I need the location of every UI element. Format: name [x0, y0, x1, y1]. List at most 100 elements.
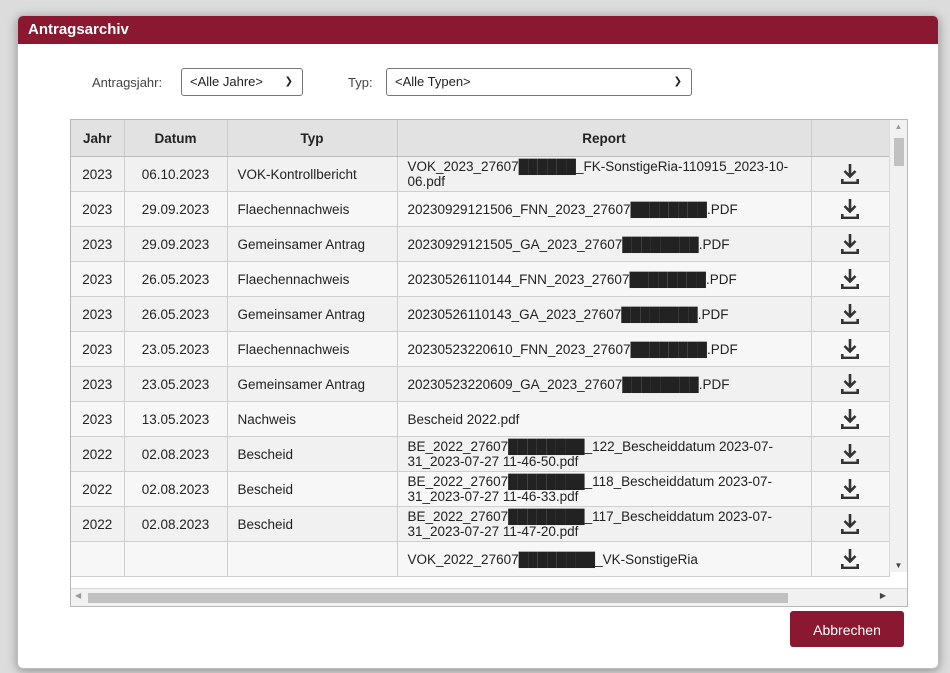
cell-action — [811, 296, 890, 332]
cell-datum: 02.08.2023 — [124, 506, 228, 542]
download-icon[interactable] — [838, 337, 862, 361]
cell-jahr: 2023 — [71, 331, 125, 367]
cell-jahr: 2022 — [71, 506, 125, 542]
cell-typ: Bescheid — [227, 436, 398, 472]
table-row[interactable]: 2023 29.09.2023 Flaechennachweis 2023092912… — [71, 191, 890, 227]
cell-action — [811, 366, 890, 402]
cell-datum — [124, 541, 228, 577]
download-icon[interactable] — [838, 442, 862, 466]
table-row[interactable]: 2023 26.05.2023 Gemeinsamer Antrag 20230526… — [71, 296, 890, 332]
horizontal-scrollbar[interactable]: ◀ ▶ — [71, 588, 907, 606]
table-row[interactable]: 2023 13.05.2023 Nachweis Bescheid 2022.pdf — [71, 401, 890, 437]
cell-report: 20230929121506_FNN_2023_27607████████.PD… — [397, 191, 812, 227]
table-row[interactable]: 2022 02.08.2023 Bescheid BE_2022_27607█████… — [71, 506, 890, 542]
download-icon[interactable] — [838, 267, 862, 291]
cell-datum: 06.10.2023 — [124, 156, 228, 192]
cell-jahr: 2022 — [71, 471, 125, 507]
filter-bar: Antragsjahr: <Alle Jahre> ❯ Typ: <Alle T… — [18, 68, 938, 98]
cell-report: VOK_2022_27607████████_VK-SonstigeRia — [397, 541, 812, 577]
cell-report: 20230526110144_FNN_2023_27607████████.PD… — [397, 261, 812, 297]
cell-jahr: 2023 — [71, 156, 125, 192]
table-row[interactable]: VOK_2022_27607████████_VK-SonstigeRia — [71, 541, 890, 577]
cell-report: 20230929121505_GA_2023_27607████████.PDF — [397, 226, 812, 262]
cell-report: BE_2022_27607████████_117_Bescheiddatum … — [397, 506, 812, 542]
cell-typ: Gemeinsamer Antrag — [227, 296, 398, 332]
download-icon[interactable] — [838, 197, 862, 221]
vertical-scrollbar[interactable]: ▲ ▼ — [889, 120, 907, 572]
horizontal-scroll-thumb[interactable] — [88, 593, 788, 603]
archive-table-container: Jahr Datum Typ Report 2023 06.10.2023 VOK-… — [70, 119, 908, 607]
cell-action — [811, 226, 890, 262]
cell-typ — [227, 541, 398, 577]
download-icon[interactable] — [838, 372, 862, 396]
cell-datum: 29.09.2023 — [124, 226, 228, 262]
table-row[interactable]: 2022 02.08.2023 Bescheid BE_2022_27607█████… — [71, 471, 890, 507]
cell-datum: 23.05.2023 — [124, 366, 228, 402]
cell-typ: Nachweis — [227, 401, 398, 437]
cell-datum: 26.05.2023 — [124, 261, 228, 297]
cell-action — [811, 331, 890, 367]
cell-action — [811, 471, 890, 507]
cell-report: Bescheid 2022.pdf — [397, 401, 812, 437]
cell-datum: 02.08.2023 — [124, 471, 228, 507]
cell-report: 20230523220610_FNN_2023_27607████████.PD… — [397, 331, 812, 367]
column-header-jahr[interactable]: Jahr — [71, 120, 125, 157]
cell-action — [811, 436, 890, 472]
chevron-down-icon: ❯ — [284, 76, 293, 87]
cell-jahr: 2023 — [71, 366, 125, 402]
cell-typ: Bescheid — [227, 471, 398, 507]
cancel-button[interactable]: Abbrechen — [790, 611, 904, 647]
cell-action — [811, 261, 890, 297]
cell-report: BE_2022_27607████████_118_Bescheiddatum … — [397, 471, 812, 507]
cell-jahr — [71, 541, 125, 577]
cell-jahr: 2022 — [71, 436, 125, 472]
column-header-report[interactable]: Report — [397, 120, 812, 157]
cell-jahr: 2023 — [71, 261, 125, 297]
type-select[interactable]: <Alle Typen> ❯ — [386, 68, 692, 96]
archive-table: Jahr Datum Typ Report 2023 06.10.2023 VOK-… — [71, 120, 890, 577]
scroll-up-arrow-icon[interactable]: ▲ — [890, 122, 907, 131]
cell-datum: 29.09.2023 — [124, 191, 228, 227]
download-icon[interactable] — [838, 512, 862, 536]
cell-typ: Flaechennachweis — [227, 331, 398, 367]
table-row[interactable]: 2023 23.05.2023 Flaechennachweis 2023052322… — [71, 331, 890, 367]
year-select[interactable]: <Alle Jahre> ❯ — [181, 68, 303, 96]
column-header-datum[interactable]: Datum — [124, 120, 228, 157]
cell-action — [811, 401, 890, 437]
download-icon[interactable] — [838, 162, 862, 186]
table-row[interactable]: 2022 02.08.2023 Bescheid BE_2022_27607█████… — [71, 436, 890, 472]
cell-datum: 13.05.2023 — [124, 401, 228, 437]
cell-report: 20230523220609_GA_2023_27607████████.PDF — [397, 366, 812, 402]
table-row[interactable]: 2023 26.05.2023 Flaechennachweis 2023052611… — [71, 261, 890, 297]
cell-jahr: 2023 — [71, 401, 125, 437]
chevron-down-icon: ❯ — [673, 76, 682, 87]
cell-datum: 23.05.2023 — [124, 331, 228, 367]
scroll-down-arrow-icon[interactable]: ▼ — [890, 561, 907, 570]
cell-action — [811, 506, 890, 542]
cell-typ: Bescheid — [227, 506, 398, 542]
column-header-typ[interactable]: Typ — [227, 120, 398, 157]
cell-action — [811, 156, 890, 192]
cell-jahr: 2023 — [71, 226, 125, 262]
download-icon[interactable] — [838, 547, 862, 571]
scroll-right-arrow-icon[interactable]: ▶ — [880, 591, 886, 600]
table-row[interactable]: 2023 23.05.2023 Gemeinsamer Antrag 20230523… — [71, 366, 890, 402]
table-row[interactable]: 2023 29.09.2023 Gemeinsamer Antrag 20230929… — [71, 226, 890, 262]
download-icon[interactable] — [838, 477, 862, 501]
cell-typ: Flaechennachweis — [227, 261, 398, 297]
download-icon[interactable] — [838, 302, 862, 326]
cell-typ: Flaechennachweis — [227, 191, 398, 227]
cell-typ: VOK-Kontrollbericht — [227, 156, 398, 192]
cell-report: VOK_2023_27607██████_FK-SonstigeRia-1109… — [397, 156, 812, 192]
scroll-left-arrow-icon[interactable]: ◀ — [75, 591, 81, 600]
table-row[interactable]: 2023 06.10.2023 VOK-Kontrollbericht VOK_202… — [71, 156, 890, 192]
cell-datum: 02.08.2023 — [124, 436, 228, 472]
download-icon[interactable] — [838, 232, 862, 256]
vertical-scroll-thumb[interactable] — [894, 138, 904, 166]
archive-dialog: Antragsarchiv Antragsjahr: <Alle Jahre> … — [17, 15, 939, 669]
table-header-row: Jahr Datum Typ Report — [71, 120, 890, 157]
download-icon[interactable] — [838, 407, 862, 431]
dialog-title: Antragsarchiv — [18, 16, 938, 44]
cell-report: 20230526110143_GA_2023_27607████████.PDF — [397, 296, 812, 332]
year-select-value: <Alle Jahre> — [190, 74, 263, 89]
